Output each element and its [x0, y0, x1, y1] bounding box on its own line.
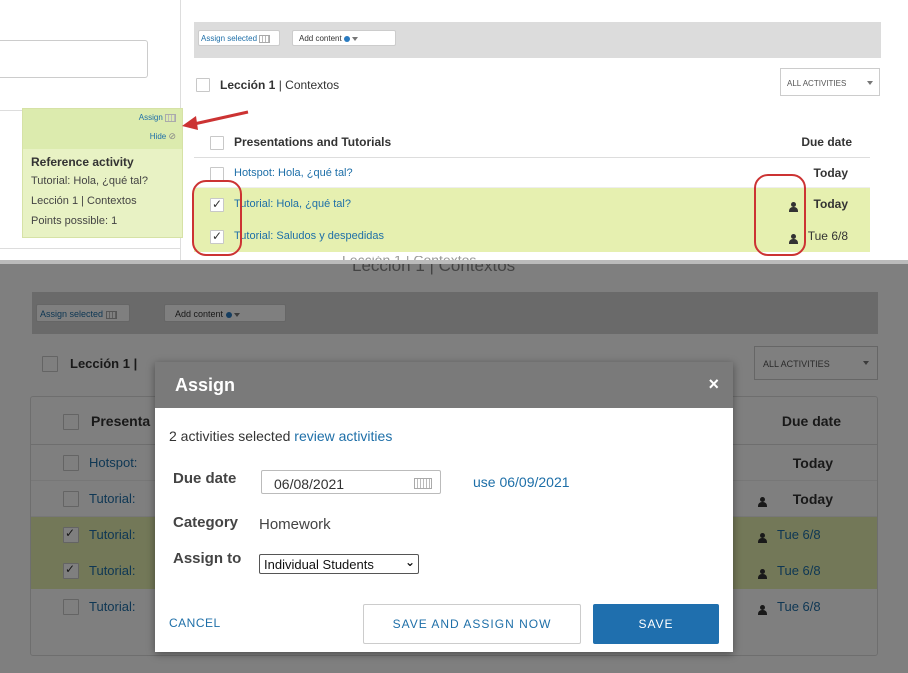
calendar-grid-icon	[259, 34, 271, 43]
table-header: Presentations and Tutorials Due date	[194, 124, 870, 158]
category-value: Homework	[259, 516, 331, 533]
activity-filter-select[interactable]: ALL ACTIVITIES	[780, 68, 880, 96]
due-date: Today	[813, 197, 848, 211]
due-date-field[interactable]: 06/08/2021	[261, 470, 441, 494]
chevron-down-icon: ⌄	[404, 555, 415, 569]
assign-modal: Assign × 2 activities selected review ac…	[155, 362, 733, 652]
activity-link[interactable]: Tutorial: Saludos y despedidas	[234, 230, 384, 242]
apple-icon	[343, 35, 350, 42]
modal-header: Assign ×	[155, 362, 733, 408]
due-date-value: 06/08/2021	[274, 476, 345, 492]
left-input-box[interactable]	[0, 40, 148, 78]
cancel-button[interactable]: CANCEL	[169, 616, 221, 630]
eye-off-icon: ⊘	[168, 131, 176, 141]
modal-title: Assign	[175, 375, 236, 395]
popover-line: Tutorial: Hola, ¿qué tal?	[31, 175, 148, 187]
popover-assign-link[interactable]: Assign	[139, 113, 176, 122]
due-date: Tue 6/8	[807, 229, 848, 243]
due-date-label: Due date	[173, 470, 237, 487]
assign-selected-label: Assign selected	[201, 34, 258, 43]
left-divider	[0, 248, 180, 249]
save-and-assign-now-button[interactable]: SAVE AND ASSIGN NOW	[363, 604, 581, 644]
category-label: Category	[173, 514, 239, 531]
lesson-title: Lección 1 | Contextos	[220, 78, 340, 92]
review-activities-link[interactable]: review activities	[294, 428, 392, 444]
annotation-circle	[192, 180, 242, 256]
add-content-label: Add content	[299, 34, 342, 43]
selection-summary: 2 activities selected review activities	[169, 428, 393, 444]
popover-line: Points possible: 1	[31, 215, 118, 227]
assign-to-select[interactable]: Individual Students ⌄	[259, 554, 419, 574]
popover-heading: Reference activity	[31, 155, 134, 169]
activity-link[interactable]: Tutorial: Hola, ¿qué tal?	[234, 198, 351, 210]
calendar-grid-icon	[165, 113, 176, 122]
save-button[interactable]: SAVE	[593, 604, 719, 644]
chevron-down-icon	[867, 81, 873, 85]
popover-hide-link[interactable]: Hide ⊘	[150, 131, 176, 142]
add-content-button[interactable]: Add content	[292, 30, 396, 46]
lesson-checkbox[interactable]	[196, 78, 210, 92]
calendar-icon[interactable]	[414, 478, 432, 489]
section-header: Presentations and Tutorials	[234, 135, 392, 149]
chevron-down-icon	[352, 36, 359, 41]
bottom-panel: Lección 1 | Contextos Assign selected Ad…	[0, 264, 908, 673]
section-checkbox[interactable]	[210, 136, 224, 150]
reference-popover: Assign Hide ⊘ Reference activity Tutoria…	[22, 108, 183, 238]
due-date: Today	[813, 166, 848, 180]
annotation-circle	[754, 174, 806, 256]
assign-to-label: Assign to	[173, 550, 242, 567]
top-panel: Assign selected Add content Lección 1 | …	[0, 0, 908, 260]
close-icon[interactable]: ×	[708, 374, 719, 395]
use-suggested-date-link[interactable]: use 06/09/2021	[473, 474, 570, 490]
toolbar: Assign selected Add content	[194, 22, 881, 58]
activity-link[interactable]: Hotspot: Hola, ¿qué tal?	[234, 167, 353, 179]
row-checkbox[interactable]	[210, 167, 224, 181]
assign-selected-button[interactable]: Assign selected	[198, 30, 280, 46]
popover-line: Lección 1 | Contextos	[31, 195, 137, 207]
due-date-header: Due date	[801, 135, 852, 149]
